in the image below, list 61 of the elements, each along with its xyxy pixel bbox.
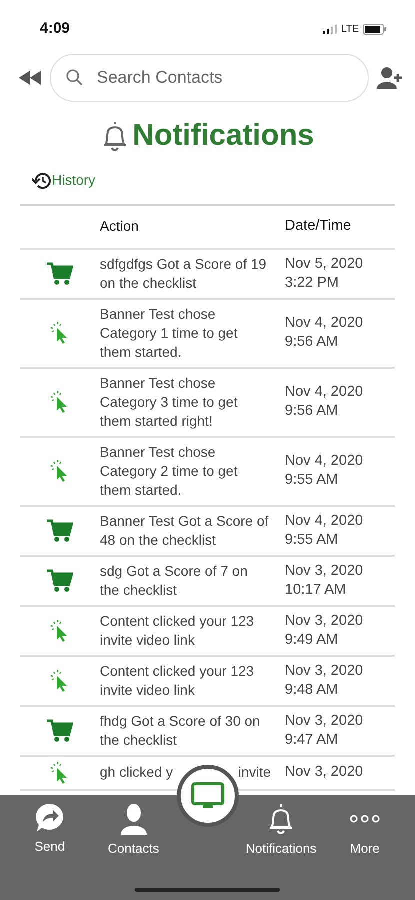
action-text: gh clicked y xyxy=(100,763,174,782)
time-text: 10:17 AM xyxy=(285,580,348,600)
action-text: Content clicked your 123 invite video link xyxy=(100,662,256,700)
person-icon xyxy=(120,803,147,835)
date-text: Nov 3, 2020 xyxy=(285,662,364,680)
more-icon xyxy=(349,814,382,824)
column-header: Date/Time xyxy=(284,217,352,236)
share-icon xyxy=(34,803,65,833)
cursor-click-icon xyxy=(50,460,70,482)
tab-bar-item[interactable]: Send xyxy=(10,795,90,900)
action-text: fhdg Got a Score of 30 on the checklist xyxy=(100,712,262,750)
action-text: sdfgdfgs Got a Score of 19 on the checklist xyxy=(100,254,268,292)
action-text: Banner Test chose Category 1 time to get them started. xyxy=(100,304,239,362)
tab-bar-item[interactable]: Notifications xyxy=(241,795,322,900)
search-icon xyxy=(66,69,84,87)
cursor-click-icon xyxy=(50,391,70,413)
cart-icon xyxy=(47,518,73,542)
cursor-click-icon xyxy=(50,620,70,642)
date-text: Nov 3, 2020 xyxy=(285,562,364,580)
date-text: Nov 4, 2020 xyxy=(285,452,364,471)
cursor-click-icon xyxy=(50,670,70,692)
date-text: Nov 5, 2020 xyxy=(285,254,364,274)
date-text: Nov 3, 2020 xyxy=(285,712,364,730)
date-text: Nov 4, 2020 xyxy=(285,383,364,402)
battery-icon xyxy=(363,24,387,34)
history-link[interactable]: History xyxy=(32,170,96,191)
network-label: LTE xyxy=(341,22,359,36)
time-text: 9:56 AM xyxy=(285,402,340,421)
action-text: Banner Test Got a Score of 48 on the checklist xyxy=(100,512,270,550)
cart-icon xyxy=(47,262,73,286)
action-text: Content clicked your 123 invite video link xyxy=(100,612,256,650)
cart-icon xyxy=(47,568,73,592)
time-text: 9:47 AM xyxy=(285,730,340,750)
action-text: Banner Test chose Category 2 time to get them started. xyxy=(100,442,239,500)
cart-icon xyxy=(47,718,73,742)
add-contact-icon[interactable] xyxy=(377,66,403,90)
action-text: invite xyxy=(238,763,271,782)
tab-bar-item[interactable]: Contacts xyxy=(94,795,174,900)
tab-bar-item[interactable]: More xyxy=(325,795,406,900)
time-text: 9:48 AM xyxy=(285,680,340,700)
time-text: 3:22 PM xyxy=(285,274,340,292)
date-text: Nov 4, 2020 xyxy=(285,512,364,530)
time-text: 9:55 AM xyxy=(285,530,340,550)
time-text: 9:49 AM xyxy=(285,630,340,650)
search-field[interactable]: Search Contacts xyxy=(50,54,369,102)
history-icon xyxy=(32,172,52,190)
date-text: Nov 3, 2020 xyxy=(285,763,364,782)
cursor-click-icon xyxy=(50,762,70,784)
signal-icon xyxy=(323,24,338,34)
date-text: Nov 4, 2020 xyxy=(285,314,364,333)
monitor-icon xyxy=(191,782,225,810)
cursor-click-icon xyxy=(50,322,70,344)
status-time: 4:09 xyxy=(40,18,70,39)
time-text: 9:55 AM xyxy=(285,471,340,490)
rewind-icon[interactable] xyxy=(18,70,42,86)
action-text: Banner Test chose Category 3 time to get them started right! xyxy=(100,374,239,430)
date-text: Nov 3, 2020 xyxy=(285,612,364,630)
time-text: 9:56 AM xyxy=(285,333,340,352)
page-title: Notifications xyxy=(132,118,314,154)
action-text: sdg Got a Score of 7 on the checklist xyxy=(100,562,249,600)
column-header: Action xyxy=(100,217,140,236)
